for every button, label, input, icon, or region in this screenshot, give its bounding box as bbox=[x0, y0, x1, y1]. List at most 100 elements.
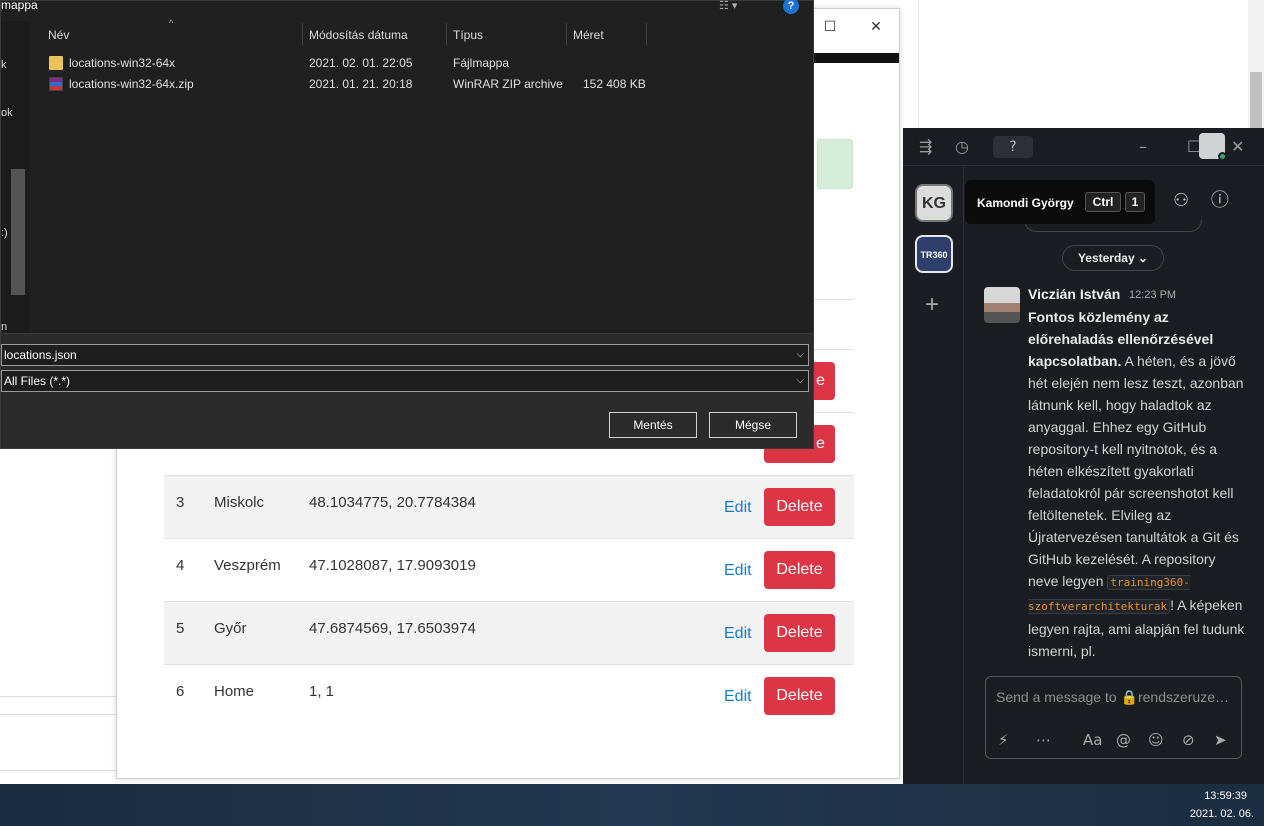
nav-item[interactable]: ok bbox=[1, 107, 13, 119]
nav-item[interactable]: k bbox=[1, 59, 7, 71]
edit-link[interactable]: Edit bbox=[724, 688, 752, 706]
location-name: Veszprém bbox=[214, 557, 281, 574]
formatting-icon[interactable]: Aa bbox=[1083, 731, 1102, 749]
nav-item[interactable]: n bbox=[1, 321, 7, 333]
divider bbox=[0, 714, 118, 715]
file-row[interactable]: locations-win32-64x.zip 2021. 01. 21. 20… bbox=[29, 75, 815, 96]
taskbar: 13:59:39 2021. 02. 06. bbox=[0, 784, 1264, 826]
edit-link[interactable]: Edit bbox=[724, 625, 752, 643]
message-author[interactable]: Viczián István bbox=[1028, 286, 1120, 302]
add-member-icon[interactable]: ⚇ bbox=[1173, 190, 1189, 211]
column-separator[interactable] bbox=[566, 23, 567, 45]
filename-value: locations.json bbox=[4, 348, 77, 362]
table-row: 4 Veszprém 47.1028087, 17.9093019 Edit D… bbox=[164, 538, 854, 601]
clock-time[interactable]: 13:59:39 bbox=[1204, 790, 1247, 802]
location-name: Győr bbox=[214, 620, 247, 637]
chevron-down-icon[interactable]: ⌵ bbox=[796, 345, 804, 365]
delete-button[interactable]: Delete bbox=[764, 551, 835, 589]
mention-icon[interactable]: @ bbox=[1116, 731, 1131, 749]
navigation-pane: k ok :) n bbox=[1, 21, 29, 333]
message-body: Fontos közlemény az előrehaladás ellenőr… bbox=[1028, 306, 1246, 676]
column-separator[interactable] bbox=[646, 23, 647, 45]
message-composer[interactable]: Send a message to 🔒rendszeruze… ⚡ ⋯ Aa @… bbox=[985, 676, 1242, 759]
file-row[interactable]: locations-win32-64x 2021. 02. 01. 22:05 … bbox=[29, 54, 815, 75]
delete-button[interactable]: Delete bbox=[764, 614, 835, 652]
save-file-dialog: mappa ☷ ▾ ? k ok :) n ^ Név Módosítás dá… bbox=[0, 0, 814, 449]
send-icon[interactable]: ➤ bbox=[1214, 731, 1227, 749]
chevron-down-icon[interactable]: ⌵ bbox=[796, 371, 804, 391]
file-size: 152 408 KB bbox=[583, 77, 646, 91]
column-name[interactable]: Név bbox=[48, 28, 69, 42]
maximize-icon[interactable]: ☐ bbox=[817, 17, 843, 37]
file-type: Fájlmappa bbox=[453, 56, 510, 70]
file-list-header: ^ Név Módosítás dátuma Típus Méret bbox=[29, 18, 815, 47]
shortcuts-icon[interactable]: ⚡ bbox=[998, 731, 1009, 749]
location-id: 6 bbox=[176, 683, 185, 700]
dialog-title: mappa bbox=[1, 0, 38, 12]
shortcut-key: Ctrl bbox=[1085, 192, 1121, 212]
delete-button[interactable]: Delete bbox=[764, 677, 835, 715]
workspace-tooltip: Kamondi György Ctrl 1 bbox=[965, 180, 1155, 224]
success-alert bbox=[817, 139, 853, 189]
emoji-icon[interactable]: ☺ bbox=[1148, 731, 1164, 749]
delete-button[interactable]: Delete bbox=[764, 488, 835, 526]
edit-link[interactable]: Edit bbox=[724, 499, 752, 517]
clock-date[interactable]: 2021. 02. 06. bbox=[1190, 808, 1254, 820]
attach-icon[interactable]: ⊘ bbox=[1182, 731, 1195, 749]
minimize-icon[interactable]: – bbox=[1139, 137, 1147, 156]
location-name: Home bbox=[214, 683, 255, 700]
column-modified[interactable]: Módosítás dátuma bbox=[309, 28, 408, 42]
filetype-value: All Files (*.*) bbox=[4, 374, 71, 388]
column-separator[interactable] bbox=[302, 23, 303, 45]
table-row: 3 Miskolc 48.1034775, 20.7784384 Edit De… bbox=[164, 475, 854, 538]
edit-link[interactable]: Edit bbox=[724, 562, 752, 580]
history-icon[interactable]: ◷ bbox=[955, 137, 969, 156]
file-name: locations-win32-64x bbox=[69, 56, 176, 70]
divider bbox=[0, 696, 118, 697]
message-input[interactable]: Send a message to 🔒rendszeruze… bbox=[996, 689, 1229, 706]
chat-app-window: ⇶ ◷ ? – ☐ ✕ KG TR360 + Kamondi György Ct… bbox=[903, 128, 1264, 784]
location-id: 5 bbox=[176, 620, 185, 637]
delete-label: e bbox=[816, 435, 825, 452]
location-coords: 47.6874569, 17.6503974 bbox=[309, 620, 476, 637]
column-separator[interactable] bbox=[446, 23, 447, 45]
info-icon[interactable]: ⓘ bbox=[1211, 190, 1229, 211]
channel-actions: ⚇ ⓘ bbox=[1173, 186, 1229, 212]
file-name: locations-win32-64x.zip bbox=[69, 77, 194, 91]
user-avatar[interactable] bbox=[1199, 133, 1227, 161]
table-row: 5 Győr 47.6874569, 17.6503974 Edit Delet… bbox=[164, 601, 854, 664]
location-coords: 1, 1 bbox=[309, 683, 335, 700]
location-coords: 47.1028087, 17.9093019 bbox=[309, 557, 476, 574]
background-browser-area bbox=[918, 0, 1248, 128]
close-icon[interactable]: ✕ bbox=[1231, 137, 1244, 156]
filename-field[interactable]: locations.json ⌵ bbox=[1, 344, 809, 366]
file-type: WinRAR ZIP archive bbox=[453, 77, 563, 91]
view-options-icon[interactable]: ☷ ▾ bbox=[719, 0, 759, 13]
location-id: 3 bbox=[176, 494, 185, 511]
help-icon[interactable]: ? bbox=[783, 0, 799, 14]
zip-archive-icon bbox=[49, 77, 63, 91]
workspace-rail: KG TR360 + bbox=[903, 167, 964, 784]
file-modified: 2021. 02. 01. 22:05 bbox=[309, 56, 413, 70]
background-scrollbar[interactable] bbox=[1248, 0, 1264, 128]
more-icon[interactable]: ⋯ bbox=[1036, 731, 1051, 749]
scrollbar-thumb[interactable] bbox=[1250, 72, 1262, 128]
workspace-tr360[interactable]: TR360 bbox=[915, 235, 953, 273]
sidebar-toggle-icon[interactable]: ⇶ bbox=[919, 137, 932, 156]
shortcut-key: 1 bbox=[1125, 192, 1145, 212]
cancel-button[interactable]: Mégse bbox=[709, 412, 797, 438]
filetype-select[interactable]: All Files (*.*) ⌵ bbox=[1, 370, 809, 392]
help-icon[interactable]: ? bbox=[993, 136, 1033, 158]
date-separator[interactable]: Yesterday ⌄ bbox=[1062, 245, 1164, 271]
message-time[interactable]: 12:23 PM bbox=[1129, 289, 1176, 301]
column-size[interactable]: Méret bbox=[573, 28, 604, 42]
close-icon[interactable]: ✕ bbox=[863, 17, 889, 37]
nav-item[interactable]: :) bbox=[1, 227, 8, 239]
table-row: 6 Home 1, 1 Edit Delete bbox=[164, 664, 854, 727]
column-type[interactable]: Típus bbox=[453, 28, 483, 42]
avatar[interactable] bbox=[984, 287, 1020, 323]
save-button[interactable]: Mentés bbox=[609, 412, 697, 438]
nav-scrollbar[interactable] bbox=[11, 169, 25, 295]
add-workspace-icon[interactable]: + bbox=[925, 291, 939, 319]
workspace-kg[interactable]: KG bbox=[915, 184, 953, 222]
